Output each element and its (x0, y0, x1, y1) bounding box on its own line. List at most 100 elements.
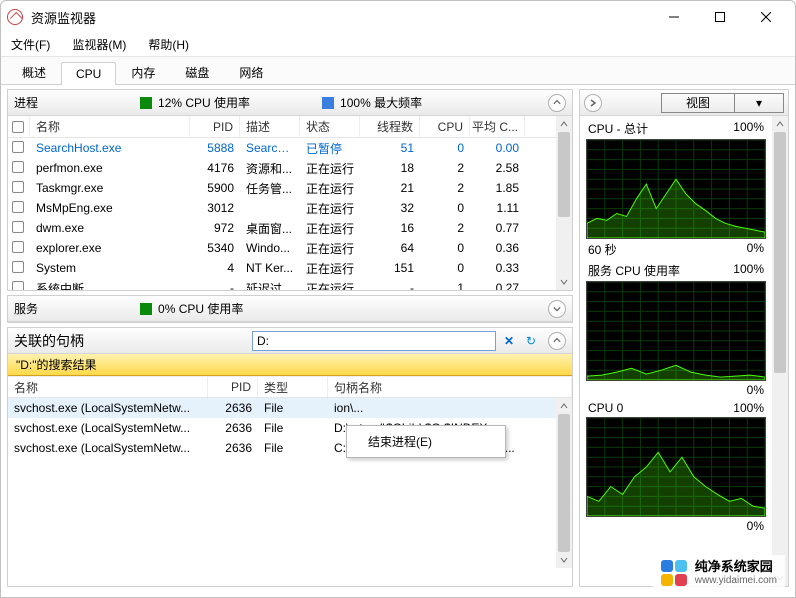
graph-max: 100% (733, 120, 764, 137)
menu-file[interactable]: 文件(F) (7, 34, 54, 55)
handles-header[interactable]: 关联的句柄 ✕ ↻ (8, 328, 572, 354)
watermark-icon (661, 560, 687, 586)
col-name[interactable]: 名称 (30, 116, 190, 137)
services-panel: 服务 0% CPU 使用率 (7, 295, 573, 323)
dropdown-icon[interactable]: ▾ (734, 94, 783, 112)
services-header[interactable]: 服务 0% CPU 使用率 (8, 296, 572, 322)
process-row[interactable]: perfmon.exe4176 资源和...正在运行 182 2.58 (8, 158, 556, 178)
handles-search-input[interactable] (252, 331, 496, 351)
row-checkbox[interactable] (12, 161, 24, 173)
tab-memory[interactable]: 内存 (116, 59, 170, 85)
app-icon (7, 9, 23, 25)
row-checkbox[interactable] (12, 221, 24, 233)
row-checkbox[interactable] (12, 281, 24, 291)
services-usage-icon (140, 303, 152, 315)
menu-end-process[interactable]: 结束进程(E) (350, 429, 502, 454)
tab-disk[interactable]: 磁盘 (170, 59, 224, 85)
hcol-pid[interactable]: PID (208, 377, 258, 397)
process-row[interactable]: dwm.exe972 桌面窗...正在运行 162 0.77 (8, 218, 556, 238)
process-row[interactable]: explorer.exe5340 Windo...正在运行 640 0.36 (8, 238, 556, 258)
processes-scrollbar[interactable] (556, 116, 572, 290)
processes-panel: 进程 12% CPU 使用率 100% 最大频率 名称 PID 描述 状态 线程… (7, 89, 573, 291)
col-state[interactable]: 状态 (300, 116, 360, 137)
title-bar: 资源监视器 (1, 1, 795, 33)
process-row[interactable]: MsMpEng.exe3012 正在运行 320 1.11 (8, 198, 556, 218)
menu-monitor[interactable]: 监视器(M) (68, 34, 130, 55)
hcol-name[interactable]: 名称 (8, 377, 208, 397)
window-title: 资源监视器 (31, 8, 96, 27)
processes-stat2: 100% 最大频率 (340, 94, 422, 111)
graph-title: CPU - 总计 (588, 120, 648, 137)
graphs-expand-icon[interactable] (584, 94, 602, 112)
scroll-down-icon[interactable] (556, 274, 572, 290)
services-expand-icon[interactable] (548, 300, 566, 318)
clear-search-icon[interactable]: ✕ (500, 332, 518, 350)
process-row[interactable]: Taskmgr.exe5900 任务管...正在运行 212 1.85 (8, 178, 556, 198)
tab-bar: 概述 CPU 内存 磁盘 网络 (1, 57, 795, 85)
row-checkbox[interactable] (12, 201, 24, 213)
select-all-checkbox[interactable] (12, 121, 24, 133)
processes-columns: 名称 PID 描述 状态 线程数 CPU 平均 C... (8, 116, 556, 138)
graph: CPU - 总计 100% 60 秒 0% (586, 120, 766, 258)
handles-scrollbar[interactable] (556, 398, 572, 568)
processes-stat1: 12% CPU 使用率 (158, 94, 250, 111)
processes-collapse-icon[interactable] (548, 94, 566, 112)
tab-overview[interactable]: 概述 (7, 59, 61, 85)
processes-header[interactable]: 进程 12% CPU 使用率 100% 最大频率 (8, 90, 572, 116)
view-select[interactable]: 视图 ▾ (661, 93, 784, 113)
graph-bottom-left: 60 秒 (588, 241, 617, 258)
menu-help[interactable]: 帮助(H) (144, 34, 193, 55)
minimize-button[interactable] (651, 3, 697, 31)
handles-title: 关联的句柄 (14, 331, 84, 351)
window-controls (651, 3, 789, 31)
handle-row[interactable]: svchost.exe (LocalSystemNetw...2636 File… (8, 398, 556, 418)
process-row[interactable]: System4 NT Ker...正在运行 1510 0.33 (8, 258, 556, 278)
graph: 服务 CPU 使用率100% 0% (586, 262, 766, 397)
hcol-hname[interactable]: 句柄名称 (328, 377, 572, 397)
cpu-usage-icon (140, 97, 152, 109)
process-row[interactable]: SearchHost.exe5888 Search...已暂停 510 0.00 (8, 138, 556, 158)
close-button[interactable] (743, 3, 789, 31)
scroll-down-icon[interactable] (556, 552, 572, 568)
results-banner: "D:"的搜索结果 (8, 354, 572, 376)
graphs-scrollbar[interactable] (772, 116, 788, 586)
processes-title: 进程 (14, 94, 38, 111)
graph-bottom-right: 0% (747, 241, 764, 258)
services-stat1: 0% CPU 使用率 (158, 300, 243, 317)
services-title: 服务 (14, 300, 38, 317)
col-desc[interactable]: 描述 (240, 116, 300, 137)
handles-collapse-icon[interactable] (548, 332, 566, 350)
col-avg[interactable]: 平均 C... (470, 116, 525, 137)
watermark: 纯净系统家园 www.yidaimei.com (653, 555, 785, 591)
row-checkbox[interactable] (12, 241, 24, 253)
graph-bottom-right: 0% (747, 519, 764, 533)
col-threads[interactable]: 线程数 (360, 116, 420, 137)
tab-cpu[interactable]: CPU (61, 62, 116, 85)
view-select-label: 视图 (662, 94, 734, 111)
tab-network[interactable]: 网络 (224, 59, 278, 85)
row-checkbox[interactable] (12, 261, 24, 273)
maximize-button[interactable] (697, 3, 743, 31)
row-checkbox[interactable] (12, 141, 24, 153)
menu-bar: 文件(F) 监视器(M) 帮助(H) (1, 33, 795, 57)
graph-title: 服务 CPU 使用率 (588, 262, 680, 279)
scroll-up-icon[interactable] (556, 398, 572, 414)
process-row[interactable]: 系统中断- 延迟过...正在运行 -1 0.27 (8, 278, 556, 290)
graph-bottom-right: 0% (747, 383, 764, 397)
hcol-type[interactable]: 类型 (258, 377, 328, 397)
context-menu: 结束进程(E) (346, 425, 506, 458)
freq-usage-icon (322, 97, 334, 109)
col-pid[interactable]: PID (190, 116, 240, 137)
scroll-up-icon[interactable] (556, 116, 572, 132)
graph-title: CPU 0 (588, 401, 623, 415)
row-checkbox[interactable] (12, 181, 24, 193)
col-cpu[interactable]: CPU (420, 116, 470, 137)
graph: CPU 0 100% 0% (586, 401, 766, 533)
graph-max: 100% (733, 401, 764, 415)
watermark-line1: 纯净系统家园 (695, 559, 777, 575)
watermark-line2: www.yidaimei.com (695, 575, 777, 587)
graphs-header: 视图 ▾ (580, 90, 788, 116)
refresh-search-icon[interactable]: ↻ (522, 332, 540, 350)
scroll-up-icon[interactable] (772, 116, 788, 132)
graphs-panel: 视图 ▾ CPU - 总计100% 60 秒0%服务 CPU 使用率100% 0… (579, 89, 789, 587)
